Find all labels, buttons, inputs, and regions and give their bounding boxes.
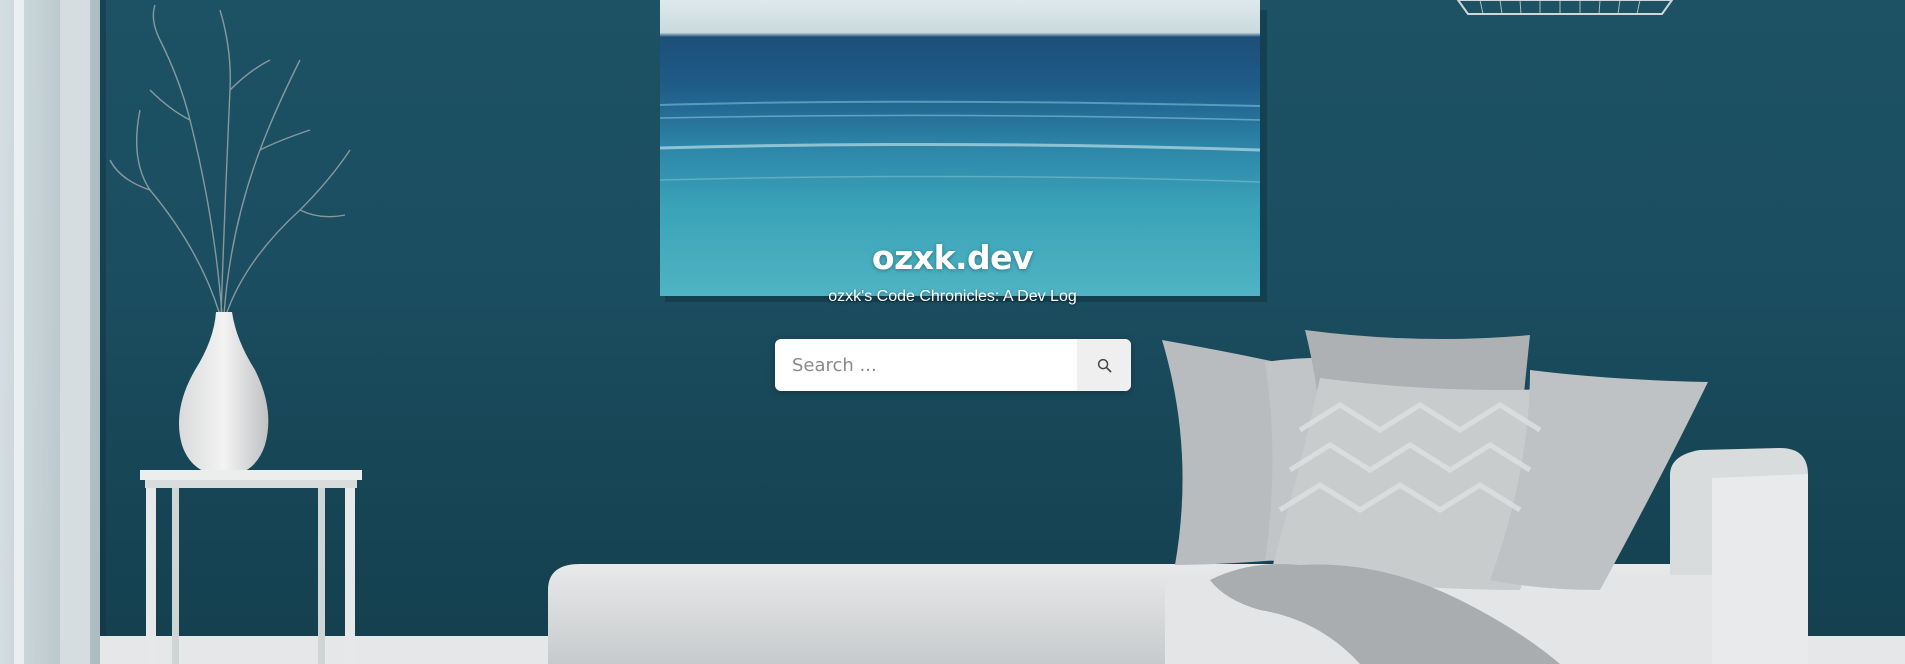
search-form [775,339,1131,391]
search-button[interactable] [1077,339,1131,391]
search-input[interactable] [775,339,1077,391]
site-title-link[interactable]: ozxk.dev [0,238,1905,277]
site-tagline: ozxk's Code Chronicles: A Dev Log [828,288,1077,305]
hero-header: ozxk.dev ozxk's Code Chronicles: A Dev L… [0,0,1905,664]
search-icon [1097,358,1111,372]
hero-background-image [0,0,1905,664]
